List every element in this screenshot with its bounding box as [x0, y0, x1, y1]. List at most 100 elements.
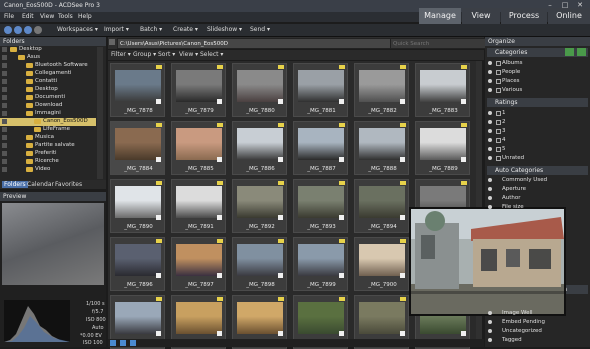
folder-item[interactable]: Video — [0, 166, 96, 174]
rating-item[interactable]: 4 — [502, 137, 506, 143]
folder-checkbox[interactable] — [2, 47, 7, 52]
tab-calendar[interactable]: Calendar — [27, 181, 54, 188]
folder-checkbox[interactable] — [2, 159, 7, 164]
thumbnail-checkbox[interactable] — [400, 273, 405, 278]
filter-checkbox[interactable] — [496, 156, 501, 161]
batch-menu[interactable]: Batch ▾ — [140, 26, 162, 33]
folder-item[interactable]: Asus — [0, 54, 96, 62]
thumbnail-cell[interactable]: _MG_7886 — [232, 121, 287, 175]
path-input[interactable] — [117, 38, 393, 49]
thumbnail-checkbox[interactable] — [278, 215, 283, 220]
thumbnail-checkbox[interactable] — [339, 215, 344, 220]
filter-checkbox[interactable] — [496, 79, 501, 84]
category-item[interactable]: Various — [502, 87, 522, 93]
share-icon[interactable] — [120, 340, 126, 346]
path-dropdown-icon[interactable] — [109, 39, 115, 45]
thumbnail-checkbox[interactable] — [217, 157, 222, 162]
tab-manage[interactable]: Manage — [419, 8, 461, 24]
folder-item[interactable]: Desktop — [0, 86, 96, 94]
folder-item[interactable]: Contatti — [0, 78, 96, 86]
folder-item[interactable]: Download — [0, 102, 96, 110]
select-menu[interactable]: Select ▾ — [200, 51, 223, 58]
auto-category-item[interactable]: Aperture — [502, 186, 526, 192]
settings-icon[interactable] — [130, 340, 136, 346]
filter-checkbox[interactable] — [496, 147, 501, 152]
thumbnail-cell[interactable]: _MG_7896 — [110, 237, 165, 291]
thumbnail-cell[interactable]: _MG_7883 — [415, 63, 470, 117]
quick-search-input[interactable] — [390, 38, 488, 49]
special-item[interactable]: Tagged — [502, 337, 522, 343]
thumbnail-cell[interactable]: _MG_7892 — [232, 179, 287, 233]
thumbnail-cell[interactable]: _MG_7900 — [354, 237, 409, 291]
auto-category-item[interactable]: Author — [502, 195, 521, 201]
rating-item[interactable]: 5 — [502, 146, 506, 152]
thumbnail-cell[interactable]: _MG_7880 — [232, 63, 287, 117]
thumbnail-checkbox[interactable] — [156, 273, 161, 278]
folder-checkbox[interactable] — [2, 103, 7, 108]
thumbnail-cell[interactable]: _MG_7879 — [171, 63, 226, 117]
thumbnail-checkbox[interactable] — [278, 331, 283, 336]
auto-category-item[interactable]: Commonly Used — [502, 177, 547, 183]
filter-checkbox[interactable] — [496, 61, 501, 66]
thumbnail-cell[interactable]: _MG_7878 — [110, 63, 165, 117]
up-icon[interactable] — [24, 26, 32, 34]
thumbnail-cell[interactable]: _MG_7887 — [293, 121, 348, 175]
thumbnail-checkbox[interactable] — [278, 273, 283, 278]
tab-view[interactable]: View — [462, 8, 500, 24]
auto-categories-section[interactable]: Auto Categories — [487, 166, 588, 175]
thumbnail-checkbox[interactable] — [339, 273, 344, 278]
folder-checkbox[interactable] — [2, 127, 7, 132]
folder-checkbox[interactable] — [2, 79, 7, 84]
thumbnail-cell[interactable]: _MG_7891 — [171, 179, 226, 233]
back-icon[interactable] — [4, 26, 12, 34]
menu-view[interactable]: View — [40, 13, 54, 20]
rating-item[interactable]: 3 — [502, 128, 506, 134]
add-category-icon[interactable] — [565, 48, 574, 56]
folder-checkbox[interactable] — [2, 63, 7, 68]
folder-checkbox[interactable] — [2, 111, 7, 116]
ratings-section[interactable]: Ratings — [487, 98, 588, 107]
thumbnail-checkbox[interactable] — [278, 99, 283, 104]
thumbnail-cell[interactable]: _MG_7885 — [171, 121, 226, 175]
thumbnail-cell[interactable]: _MG_7899 — [293, 237, 348, 291]
thumbnail-checkbox[interactable] — [156, 157, 161, 162]
folder-item[interactable]: Collegamenti — [0, 70, 96, 78]
edit-category-icon[interactable] — [577, 48, 586, 56]
thumbnail-cell[interactable]: _MG_7893 — [293, 179, 348, 233]
filter-menu[interactable]: Filter ▾ — [111, 51, 131, 58]
category-item[interactable]: People — [502, 69, 520, 75]
thumbnail-checkbox[interactable] — [156, 331, 161, 336]
slideshow-menu[interactable]: Slideshow ▾ — [207, 26, 242, 33]
workspaces-menu[interactable]: Workspaces ▾ — [57, 26, 98, 33]
filter-checkbox[interactable] — [496, 88, 501, 93]
thumbnail-cell[interactable]: _MG_7888 — [354, 121, 409, 175]
thumbnail-checkbox[interactable] — [400, 99, 405, 104]
folder-checkbox[interactable] — [2, 95, 7, 100]
thumbnail-checkbox[interactable] — [400, 157, 405, 162]
folder-checkbox[interactable] — [2, 135, 7, 140]
thumbnail-checkbox[interactable] — [461, 99, 466, 104]
filter-checkbox[interactable] — [496, 129, 501, 134]
thumbnail-checkbox[interactable] — [217, 215, 222, 220]
thumbnail-cell[interactable]: _MG_7889 — [415, 121, 470, 175]
thumbnail-checkbox[interactable] — [400, 331, 405, 336]
folder-item[interactable]: Canon_Eos500D — [0, 118, 96, 126]
thumbnail-cell[interactable]: _MG_7884 — [110, 121, 165, 175]
tab-process[interactable]: Process — [501, 8, 547, 24]
tab-favorites[interactable]: Favorites — [55, 181, 82, 188]
filter-checkbox[interactable] — [496, 70, 501, 75]
folder-item[interactable]: Desktop — [0, 46, 96, 54]
folder-item[interactable]: Partite salvate — [0, 142, 96, 150]
view-menu[interactable]: View ▾ — [179, 51, 198, 58]
filter-checkbox[interactable] — [496, 138, 501, 143]
folder-checkbox[interactable] — [2, 151, 7, 156]
rating-item[interactable]: 2 — [502, 119, 506, 125]
menu-help[interactable]: Help — [78, 13, 92, 20]
export-icon[interactable] — [110, 340, 116, 346]
thumbnail-checkbox[interactable] — [339, 331, 344, 336]
menu-tools[interactable]: Tools — [58, 13, 73, 20]
tab-folders[interactable]: Folders — [2, 181, 28, 188]
folder-checkbox[interactable] — [2, 119, 7, 124]
menu-file[interactable]: File — [4, 13, 14, 20]
folder-item[interactable]: LifeFrame — [0, 126, 96, 134]
